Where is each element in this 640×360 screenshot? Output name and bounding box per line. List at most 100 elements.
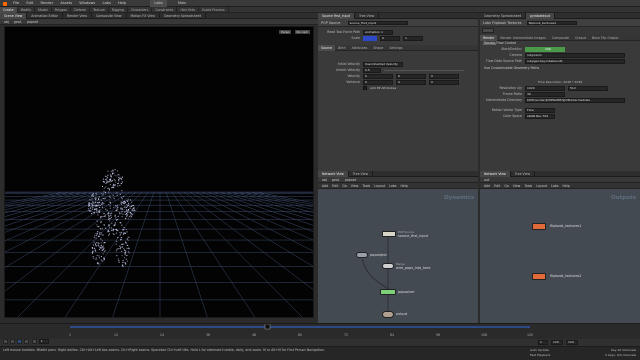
path-popnet[interactable]: popnet xyxy=(345,178,356,182)
menu-windows[interactable]: Windows xyxy=(79,0,95,7)
subtab-output[interactable]: Output xyxy=(572,35,589,41)
path-out[interactable]: out xyxy=(484,178,489,182)
path-popnet[interactable]: popnet xyxy=(27,20,38,24)
tab-motion-fx-view[interactable]: Motion FX View xyxy=(127,13,160,19)
go-start-icon[interactable] xyxy=(3,339,8,344)
velocity-x[interactable]: 0 xyxy=(363,74,393,79)
path-geo1[interactable]: geo1 xyxy=(14,20,22,24)
tab-geometry-spreadsheet[interactable]: Geometry Spreadsheet xyxy=(160,13,206,19)
timeline[interactable]: 1 12 24 36 48 60 72 84 96 108 120 xyxy=(0,323,640,339)
resolution-x[interactable]: 1024 xyxy=(525,86,565,91)
menu-view[interactable]: View xyxy=(351,184,359,188)
menu-labs[interactable]: Labs xyxy=(389,184,396,188)
menu-help[interactable]: Help xyxy=(118,0,126,7)
inherit-velocity-slider[interactable] xyxy=(384,69,464,71)
menu-add[interactable]: Add xyxy=(484,184,490,188)
subtab-settings[interactable]: Settings xyxy=(386,45,405,51)
add-attributes-checkbox[interactable] xyxy=(363,86,367,90)
node-popsolver[interactable] xyxy=(380,289,396,295)
menu-file[interactable]: File xyxy=(13,0,19,7)
particle xyxy=(104,214,106,216)
initial-velocity-menu[interactable]: Use Inherited Velocity xyxy=(363,62,403,67)
menu-edit[interactable]: Edit xyxy=(332,184,338,188)
motion-vector-menu[interactable]: Flow xyxy=(525,108,555,113)
particle xyxy=(99,228,102,230)
variance-x[interactable]: 0 xyxy=(363,80,393,85)
velocity-z[interactable]: 0 xyxy=(429,74,459,79)
color-space-menu[interactable]: sRGB Rec.709 xyxy=(525,114,555,119)
path-geo1[interactable]: geo1 xyxy=(332,178,340,182)
subtab-birth[interactable]: Birth xyxy=(335,45,349,51)
menu-render[interactable]: Render xyxy=(40,0,53,7)
menu-layout[interactable]: Layout xyxy=(536,184,547,188)
play-icon[interactable] xyxy=(17,339,23,344)
3d-viewport[interactable]: Persp No cam xyxy=(4,26,314,318)
no-cam-button[interactable]: No cam xyxy=(294,30,310,34)
intermediate-dir-field[interactable]: $HIP/render/$HIPNAME/$JOB/intermediate xyxy=(525,98,625,103)
start-end-field[interactable]: 100 xyxy=(525,47,565,52)
menu-labs[interactable]: Labs xyxy=(551,184,558,188)
menu-help[interactable]: Help xyxy=(562,184,569,188)
tab-render-view[interactable]: Render View xyxy=(63,13,92,19)
tab-composite-view[interactable]: Composite View xyxy=(92,13,127,19)
step-forward-icon[interactable] xyxy=(24,339,30,344)
node-wire-pops-into-here[interactable] xyxy=(382,263,394,269)
viewport-camera-menu[interactable]: Persp No cam xyxy=(279,30,310,34)
step-back-icon[interactable] xyxy=(10,339,16,344)
menu-tools[interactable]: Tools xyxy=(362,184,370,188)
houdini-logo-icon[interactable] xyxy=(3,1,7,6)
node-popobject[interactable] xyxy=(356,252,368,258)
node-flipbook-textures2[interactable] xyxy=(532,273,546,280)
end-frame-field-1[interactable]: 1 xyxy=(538,340,548,345)
end-frame-field-3[interactable]: 120 xyxy=(566,340,578,345)
playback-mode[interactable]: Fast Playback xyxy=(530,352,550,359)
menu-add[interactable]: Add xyxy=(322,184,328,188)
menu-go[interactable]: Go xyxy=(342,184,346,188)
section-customizable-paths[interactable]: Use Customizable Geometry Paths xyxy=(480,66,640,71)
end-frame-field-2[interactable]: 120 xyxy=(551,340,563,345)
menu-tools[interactable]: Tools xyxy=(524,184,532,188)
variance-z[interactable]: 0 xyxy=(429,80,459,85)
resolution-y[interactable]: 512 xyxy=(568,86,608,91)
go-end-icon[interactable] xyxy=(31,339,37,344)
node-name-field[interactable]: source_first_input xyxy=(347,20,408,26)
node-source-first-input[interactable] xyxy=(382,231,396,237)
timeline-tick-label: 24 xyxy=(160,333,164,337)
variance-y[interactable]: 0 xyxy=(396,80,426,85)
scale-field-2[interactable]: 1 xyxy=(403,36,423,41)
subtab-attributes[interactable]: Attributes xyxy=(349,45,371,51)
path-obj[interactable]: obj xyxy=(322,178,327,182)
inherit-velocity-field[interactable]: 0.5 xyxy=(363,68,381,73)
subtab-composite[interactable]: Composite xyxy=(549,35,572,41)
persp-button[interactable]: Persp xyxy=(279,30,292,34)
menu-layout[interactable]: Layout xyxy=(374,184,385,188)
subtab-source[interactable]: Source xyxy=(318,45,335,51)
scale-color-swatch[interactable] xyxy=(363,36,377,41)
flow-source-field[interactable]: /obj/geo1/pyrobakeout1 xyxy=(525,59,625,64)
desktop-tab-main[interactable]: Main xyxy=(174,0,191,7)
node-flipbook-textures1[interactable] xyxy=(532,223,546,230)
network-canvas[interactable]: Dynamics POP Source source_first_input p… xyxy=(318,189,478,323)
network-canvas[interactable]: Outputs flipbook_textures1 flipbook_text… xyxy=(480,189,640,323)
path-obj[interactable]: obj xyxy=(4,20,9,24)
menu-assets[interactable]: Assets xyxy=(60,0,72,7)
velocity-y[interactable]: 0 xyxy=(396,74,426,79)
current-frame-field[interactable]: 1 xyxy=(38,339,49,344)
scale-field[interactable]: 0 xyxy=(380,36,400,41)
menu-go[interactable]: Go xyxy=(504,184,508,188)
node-output[interactable] xyxy=(382,311,394,318)
menu-view[interactable]: View xyxy=(513,184,521,188)
frame-field[interactable]: animation 1 xyxy=(363,30,393,35)
menu-help[interactable]: Help xyxy=(400,184,407,188)
menu-edit[interactable]: Edit xyxy=(26,0,33,7)
node-name-field[interactable]: flipbook_textures1 xyxy=(526,20,577,26)
desktop-tab-labs[interactable]: Labs xyxy=(150,0,167,7)
frame-ratio-field[interactable]: 30 xyxy=(525,92,565,97)
subtab-shape[interactable]: Shape xyxy=(370,45,386,51)
camera-field[interactable]: /obj/cam1 xyxy=(525,53,625,58)
render-button[interactable] xyxy=(482,28,494,33)
tab-tree-view[interactable]: Tree View xyxy=(511,171,536,177)
subtab-base-flip-output[interactable]: Base Flip Output xyxy=(589,35,622,41)
menu-labs[interactable]: Labs xyxy=(102,0,110,7)
menu-edit[interactable]: Edit xyxy=(494,184,500,188)
